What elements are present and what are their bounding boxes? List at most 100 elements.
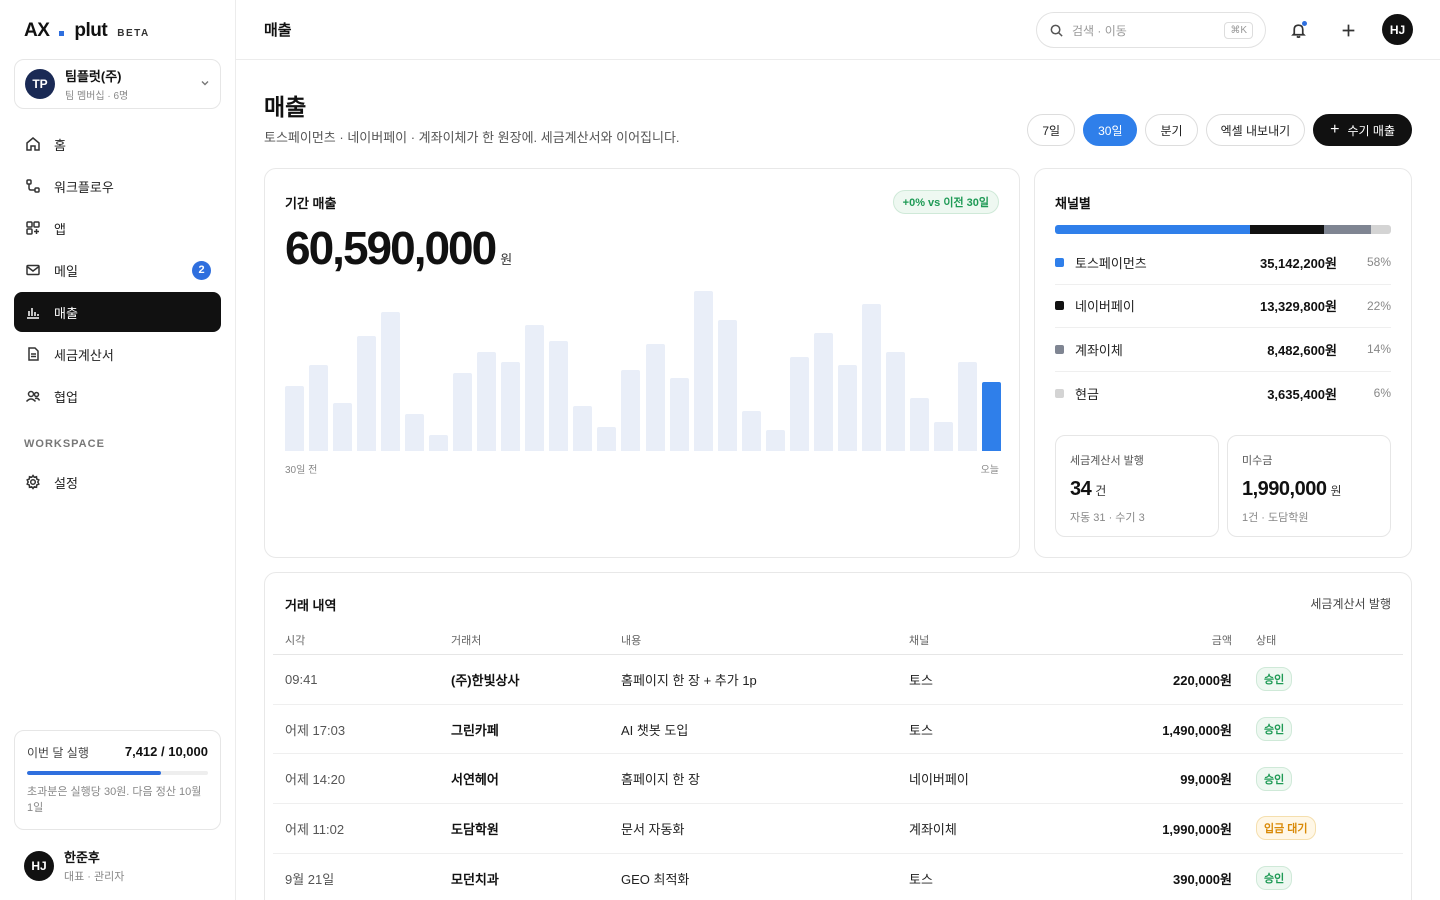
filter-30d-button[interactable]: 30일 — [1083, 114, 1138, 146]
topbar: 매출 검색 · 이동 ⌘K HJ — [236, 0, 1440, 60]
cell-time: 09:41 — [285, 671, 318, 687]
chart-bar[interactable] — [645, 344, 665, 451]
usage-note: 초과분은 실행당 30원. 다음 정산 10월 1일 — [27, 786, 202, 814]
apps-icon — [26, 221, 40, 235]
receivable-stat[interactable]: 미수금 1,990,000 원 1건 · 도담학원 — [1227, 435, 1391, 537]
table-row[interactable]: 09:41 (주)한빛상사 홈페이지 한 장 + 추가 1p 토스 220,00… — [273, 655, 1403, 705]
channel-percent: 6% — [1373, 386, 1391, 401]
search-icon — [1050, 24, 1063, 37]
user-profile[interactable]: HJ 한준후 대표 · 관리자 — [24, 847, 124, 884]
chart-bar[interactable] — [573, 405, 593, 451]
chart-bar[interactable] — [693, 291, 713, 451]
search-shortcut: ⌘K — [1224, 21, 1253, 39]
col-time[interactable]: 시각 — [285, 625, 305, 654]
mail-icon — [26, 264, 40, 276]
channel-name: 토스페이먼츠 — [1075, 255, 1147, 271]
cell-desc: AI 챗봇 도입 — [621, 722, 689, 738]
chart-bar[interactable] — [429, 434, 449, 451]
channel-title: 채널별 — [1055, 196, 1091, 211]
cell-amount: 1,490,000원 — [1162, 722, 1232, 738]
channel-row[interactable]: 네이버페이 13,329,800원 22% — [1055, 285, 1391, 328]
table-row[interactable]: 9월 21일 모던치과 GEO 최적화 토스 390,000원 승인 — [273, 854, 1403, 900]
chart-bar[interactable] — [861, 303, 881, 451]
revenue-amount-unit: 원 — [500, 252, 513, 267]
usage-value: 7,412 / 10,000 — [124, 744, 208, 759]
main-nav: 홈 워크플로우 앱 메일 2 매출 세금계산서 협업 — [14, 124, 221, 418]
chart-bar[interactable] — [885, 352, 905, 451]
cell-amount: 390,000원 — [1173, 871, 1232, 887]
sidebar-item-settings[interactable]: 설정 — [14, 462, 221, 502]
chart-bar[interactable] — [813, 333, 833, 451]
export-excel-button[interactable]: 엑셀 내보내기 — [1205, 114, 1306, 146]
org-sub: 팀 멤버십 · 6명 — [65, 91, 129, 102]
cell-time: 9월 21일 — [285, 871, 335, 887]
chart-bar[interactable] — [789, 357, 809, 451]
users-icon — [25, 390, 41, 403]
chart-bar[interactable] — [477, 352, 497, 451]
sidebar-item-revenue[interactable]: 매출 — [14, 292, 221, 332]
cell-client: 모던치과 — [451, 871, 499, 887]
chart-bar-today[interactable] — [982, 381, 1001, 451]
chart-bar[interactable] — [957, 362, 977, 451]
col-client[interactable]: 거래처 — [451, 625, 481, 654]
chart-bar[interactable] — [909, 397, 929, 451]
col-amount[interactable]: 금액 — [1212, 625, 1232, 654]
chart-bar[interactable] — [837, 365, 857, 451]
cell-channel: 토스 — [909, 672, 933, 688]
chart-bar[interactable] — [357, 336, 377, 451]
stat-label: 세금계산서 발행 — [1070, 455, 1144, 467]
chart-bar[interactable] — [453, 373, 473, 451]
search-input[interactable]: 검색 · 이동 ⌘K — [1036, 12, 1266, 48]
channel-row[interactable]: 계좌이체 8,482,600원 14% — [1055, 328, 1391, 372]
user-name: 한준후 — [64, 850, 100, 865]
chart-bar[interactable] — [501, 362, 521, 451]
sidebar-item-mail[interactable]: 메일 2 — [14, 250, 221, 290]
chart-bar[interactable] — [933, 421, 953, 451]
logo[interactable]: AX plut BETA — [24, 20, 150, 42]
revenue-card: 기간 매출 +0% vs 이전 30일 60,590,000 원 30일 전 오… — [264, 168, 1020, 558]
chart-bar[interactable] — [621, 370, 641, 451]
sidebar-item-tax-invoice[interactable]: 세금계산서 — [14, 334, 221, 374]
sidebar-item-apps[interactable]: 앱 — [14, 208, 221, 248]
chart-bar[interactable] — [285, 386, 304, 451]
create-button[interactable] — [1336, 18, 1360, 42]
sidebar-item-home[interactable]: 홈 — [14, 124, 221, 164]
chart-bar[interactable] — [525, 324, 545, 451]
sidebar-item-collab[interactable]: 협업 — [14, 376, 221, 416]
chart-bar[interactable] — [717, 320, 737, 451]
chart-bar[interactable] — [333, 402, 353, 451]
chart-bar[interactable] — [669, 378, 689, 451]
channel-row[interactable]: 현금 3,635,400원 6% — [1055, 372, 1391, 416]
table-row[interactable]: 어제 17:03 그린카페 AI 챗봇 도입 토스 1,490,000원 승인 — [273, 705, 1403, 755]
col-status[interactable]: 상태 — [1256, 625, 1276, 654]
chart-bar[interactable] — [741, 410, 761, 451]
chart-bar[interactable] — [549, 341, 569, 451]
tax-invoice-stat[interactable]: 세금계산서 발행 34 건 자동 31 · 수기 3 — [1055, 435, 1219, 537]
col-channel[interactable]: 채널 — [909, 625, 929, 654]
sidebar-item-workflow[interactable]: 워크플로우 — [14, 166, 221, 206]
issue-tax-invoice-link[interactable]: 세금계산서 발행 — [1310, 595, 1391, 612]
table-row[interactable]: 어제 14:20 서연헤어 홈페이지 한 장 네이버페이 99,000원 승인 — [273, 754, 1403, 805]
channel-swatch — [1055, 388, 1064, 398]
filter-7d-button[interactable]: 7일 — [1027, 114, 1076, 146]
channel-percent: 14% — [1366, 342, 1391, 357]
chart-bar[interactable] — [309, 365, 329, 451]
usage-label: 이번 달 실행 — [27, 746, 89, 760]
channel-share-segment — [1249, 225, 1324, 234]
avatar[interactable]: HJ — [1382, 14, 1413, 45]
org-switcher[interactable]: TP 팀플럿(주) 팀 멤버십 · 6명 — [14, 59, 221, 109]
notifications-button[interactable] — [1286, 18, 1310, 42]
col-desc[interactable]: 내용 — [621, 625, 641, 654]
beta-tag: BETA — [117, 28, 150, 39]
table-row[interactable]: 어제 11:02 도담학원 문서 자동화 계좌이체 1,990,000원 입금 … — [273, 804, 1403, 854]
channel-row[interactable]: 토스페이먼츠 35,142,200원 58% — [1055, 241, 1391, 285]
chart-bar[interactable] — [381, 312, 401, 451]
usage-progress-fill — [27, 771, 162, 775]
status-badge: 승인 — [1256, 866, 1293, 891]
chevron-down-icon — [200, 78, 210, 91]
chart-bar[interactable] — [597, 426, 617, 451]
chart-bar[interactable] — [765, 430, 785, 451]
chart-bar[interactable] — [405, 413, 425, 451]
add-manual-revenue-button[interactable]: + 수기 매출 — [1313, 114, 1412, 146]
filter-quarter-button[interactable]: 분기 — [1145, 114, 1198, 146]
